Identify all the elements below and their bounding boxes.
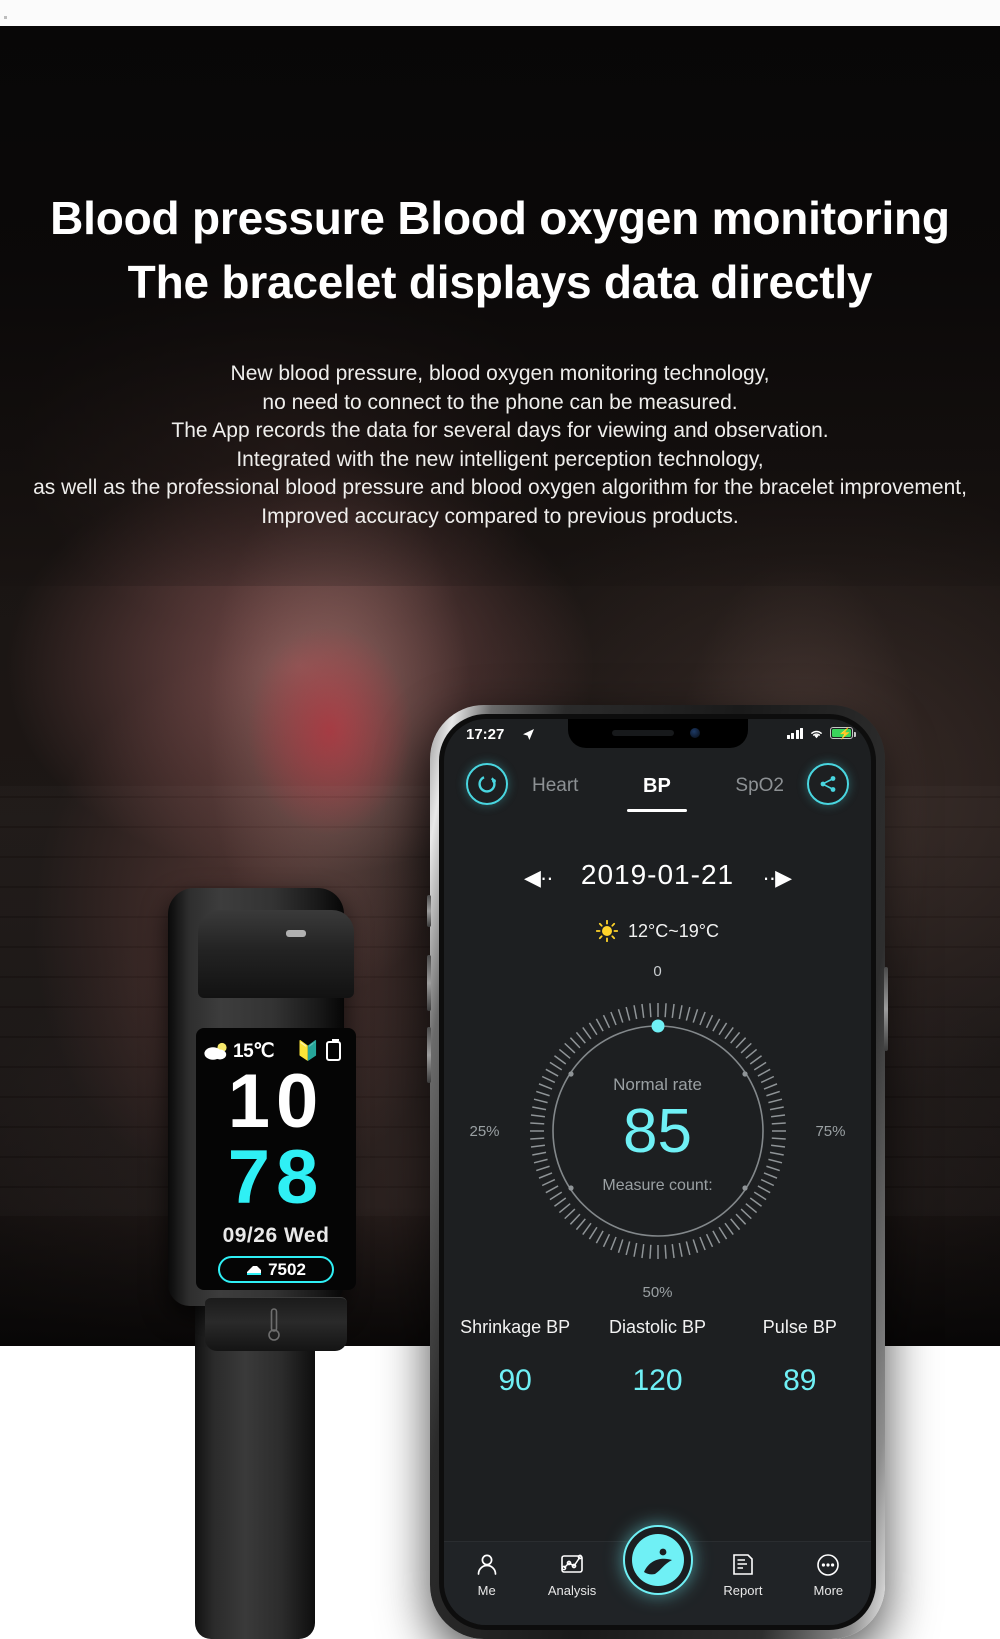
phone-volume-down-button[interactable] xyxy=(427,1027,431,1083)
bracelet-screen: 15℃ 🔰 10 78 09/26 Wed 7502 xyxy=(196,1028,356,1290)
tab-me[interactable]: Me xyxy=(444,1552,529,1598)
weather-temperature-range: 12°C~19°C xyxy=(628,920,719,941)
description-paragraph: New blood pressure, blood oxygen monitor… xyxy=(0,360,1000,532)
app-top-bar: Heart BP SpO2 xyxy=(444,757,871,815)
metric-label: Pulse BP xyxy=(762,1317,837,1337)
description-line-3: The App records the data for several day… xyxy=(171,419,829,443)
gauge-tick-left: 25% xyxy=(469,1123,500,1140)
battery-charging-icon: ⚡ xyxy=(830,727,856,740)
location-arrow-icon xyxy=(523,729,534,740)
description-line-1: New blood pressure, blood oxygen monitor… xyxy=(230,362,770,385)
wifi-icon xyxy=(811,730,822,738)
ellipsis-circle-icon xyxy=(817,1554,840,1576)
tab-heart[interactable]: Heart xyxy=(528,775,582,797)
gauge-tick-top: 0 xyxy=(653,963,662,980)
measurement-tabs: Heart BP SpO2 xyxy=(528,757,788,815)
selected-date[interactable]: 2019-01-21 xyxy=(444,859,871,891)
tab-analysis[interactable]: Analysis xyxy=(529,1552,614,1598)
cloud-sun-icon xyxy=(204,1042,227,1060)
headline-line-2: The bracelet displays data directly xyxy=(127,256,873,308)
headline-line-1: Blood pressure Blood oxygen monitoring xyxy=(50,192,950,244)
chart-icon xyxy=(561,1554,583,1573)
bracelet-sensor-notch xyxy=(286,930,306,937)
page-title: Blood pressure Blood oxygen monitoring T… xyxy=(0,186,1000,314)
metric-value: 120 xyxy=(632,1364,683,1397)
refresh-circle-icon[interactable] xyxy=(466,763,508,805)
person-icon xyxy=(477,1554,497,1575)
tab-label: Analysis xyxy=(547,1583,597,1598)
tab-label: More xyxy=(813,1583,844,1598)
phone-power-button[interactable] xyxy=(884,967,888,1051)
top-strip xyxy=(0,0,1000,26)
signal-bars-icon xyxy=(786,727,803,739)
metric-shrinkage-bp: Shrinkage BP 90 xyxy=(444,1317,586,1398)
page-root: Blood pressure Blood oxygen monitoring T… xyxy=(0,0,1000,1639)
status-time: 17:27 xyxy=(466,726,505,743)
tab-label: Me xyxy=(477,1583,496,1598)
document-icon xyxy=(733,1554,753,1575)
tab-more[interactable]: More xyxy=(786,1552,871,1598)
tab-label: Report xyxy=(723,1583,763,1598)
smart-bracelet: 15℃ 🔰 10 78 09/26 Wed 7502 xyxy=(148,870,378,1639)
bracelet-date: 09/26 Wed xyxy=(222,1224,330,1247)
tab-spo2[interactable]: SpO2 xyxy=(731,775,788,797)
metric-diastolic-bp: Diastolic BP 120 xyxy=(586,1317,728,1398)
bracelet-top-bezel xyxy=(198,910,354,998)
tab-report[interactable]: Report xyxy=(700,1552,785,1598)
description-line-6: Improved accuracy compared to previous p… xyxy=(261,504,739,528)
gauge-value: 85 xyxy=(623,1097,692,1166)
metric-value: 90 xyxy=(498,1364,532,1397)
app-logo-inner xyxy=(631,1534,684,1586)
metric-label: Diastolic BP xyxy=(608,1317,706,1337)
bracelet-step-counter: 7502 xyxy=(218,1256,334,1283)
weather-row: 12°C~19°C xyxy=(444,917,871,945)
gauge-tick-right: 75% xyxy=(815,1123,846,1140)
phone-screen: 17:27 ⚡ Heart BP SpO2 ◀·· 2019-01-21 ··▶… xyxy=(444,719,871,1625)
gauge-measure-count-label: Measure count: xyxy=(602,1177,713,1194)
status-indicators: ⚡ xyxy=(786,727,856,740)
bp-metrics: Shrinkage BP 90 Diastolic BP 120 Pulse B… xyxy=(444,1317,871,1398)
thermometer-icon xyxy=(268,1308,280,1341)
bracelet-step-value: 7502 xyxy=(268,1259,306,1279)
bracelet-minute: 78 xyxy=(227,1135,325,1220)
bp-gauge: 0 25% 75% 50% Normal rate 85 Measure cou… xyxy=(470,963,846,1301)
metric-pulse-bp: Pulse BP 89 xyxy=(729,1317,871,1398)
bracelet-body: 15℃ 🔰 10 78 09/26 Wed 7502 xyxy=(168,888,356,1351)
battery-icon xyxy=(326,1039,341,1061)
status-bar: 17:27 ⚡ xyxy=(444,725,871,749)
date-navigator: ◀·· 2019-01-21 ··▶ xyxy=(444,859,871,899)
gauge-tick-bottom: 50% xyxy=(642,1284,673,1301)
sun-icon xyxy=(596,920,619,942)
metric-label: Shrinkage BP xyxy=(460,1317,571,1337)
app-logo-icon[interactable] xyxy=(622,1525,693,1595)
app-logo-glyph xyxy=(643,1548,672,1575)
metric-value: 89 xyxy=(783,1364,817,1397)
corner-dot xyxy=(4,16,7,19)
description-line-2: no need to connect to the phone can be m… xyxy=(262,390,738,414)
phone-mute-switch[interactable] xyxy=(427,895,431,927)
description-line-5: as well as the professional blood pressu… xyxy=(33,476,967,500)
shoe-icon xyxy=(247,1266,262,1275)
gauge-status-label: Normal rate xyxy=(613,1075,702,1094)
next-day-icon[interactable]: ··▶ xyxy=(762,865,792,891)
bracelet-hour: 10 xyxy=(227,1059,325,1144)
description-line-4: Integrated with the new intelligent perc… xyxy=(236,447,764,471)
charging-bolt-icon: ⚡ xyxy=(838,728,852,740)
phone-volume-up-button[interactable] xyxy=(427,955,431,1011)
smartphone-mockup: 17:27 ⚡ Heart BP SpO2 ◀·· 2019-01-21 ··▶… xyxy=(427,705,888,1639)
tab-bp[interactable]: BP xyxy=(627,775,687,812)
share-circle-icon[interactable] xyxy=(807,763,849,805)
